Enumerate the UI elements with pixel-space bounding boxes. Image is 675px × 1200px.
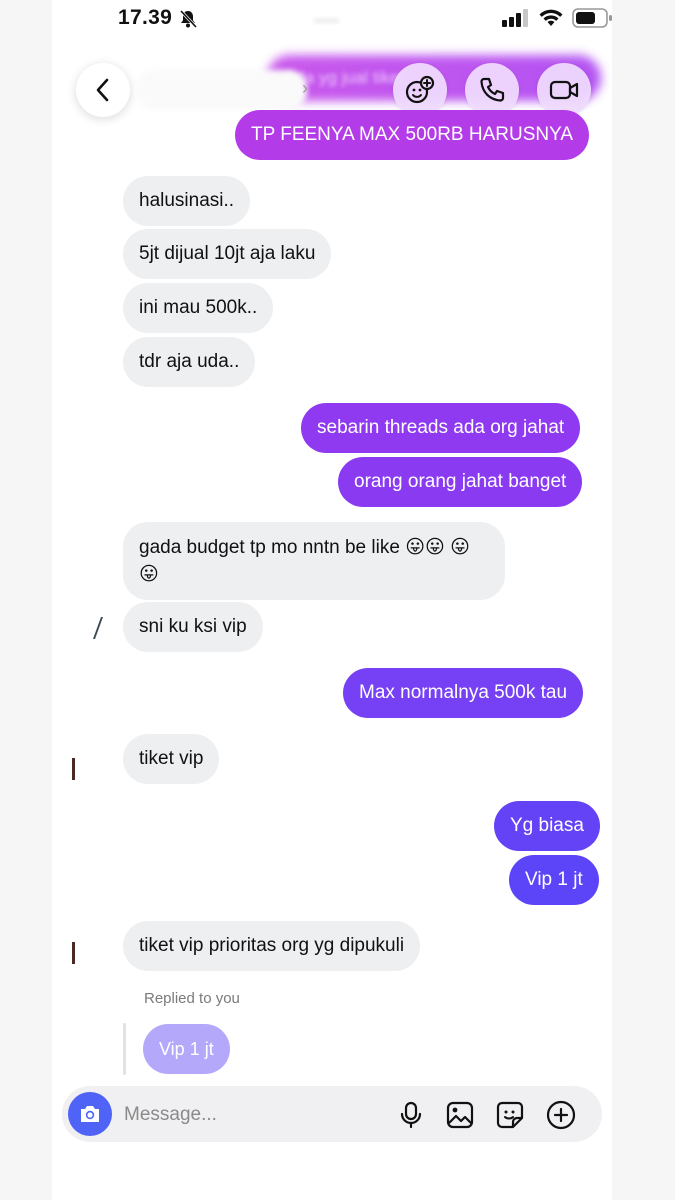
message-input[interactable] (122, 1096, 336, 1134)
back-chevron-icon (96, 78, 109, 102)
message-bubble-received[interactable]: sni ku ksi vip (123, 602, 263, 652)
bell-muted-icon (179, 9, 198, 29)
voice-message-button[interactable] (396, 1100, 426, 1130)
message-bubble-sent[interactable]: Max normalnya 500k tau (343, 668, 584, 718)
battery-icon (572, 8, 612, 28)
effects-icon (405, 75, 435, 104)
signal-icon (502, 9, 528, 27)
sender-avatar (72, 942, 85, 964)
camera-icon (81, 1106, 99, 1122)
quoted-message-bubble[interactable]: Vip 1 jt (143, 1024, 230, 1074)
chevron-right-icon: › (302, 78, 308, 98)
message-bubble-sent[interactable]: orang orang jahat banget (338, 457, 583, 507)
message-bubble-received[interactable]: tdr aja uda.. (123, 337, 256, 387)
message-bubble-received[interactable]: 5jt dijual 10jt aja laku (123, 229, 332, 279)
effects-button[interactable] (393, 63, 447, 117)
message-bubble-sent[interactable]: sebarin threads ada org jahat (301, 403, 581, 453)
message-bubble-sent[interactable]: Vip 1 jt (509, 855, 599, 905)
status-blur-text: ••••• (314, 12, 339, 28)
message-bubble-sent[interactable]: Yg biasa (494, 801, 600, 851)
video-call-button[interactable] (537, 63, 591, 117)
more-options-button[interactable] (546, 1100, 576, 1130)
message-composer (62, 1086, 602, 1142)
video-camera-icon (549, 80, 579, 100)
gallery-button[interactable] (445, 1100, 475, 1130)
message-bubble-sent[interactable]: TP FEENYA MAX 500RB HARUSNYA (235, 110, 590, 160)
chat-screen: 17.39 ••••• Ada yg jual tiket › TP FEENY… (52, 0, 612, 1200)
audio-call-button[interactable] (465, 63, 519, 117)
status-time: 17.39 (118, 6, 173, 29)
reply-quote-bar (123, 1023, 126, 1075)
phone-icon (480, 77, 505, 102)
wifi-icon (539, 9, 563, 26)
message-bubble-received[interactable]: ini mau 500k.. (123, 283, 274, 333)
reply-context-label: Replied to you (144, 990, 240, 1007)
sticker-icon (496, 1101, 524, 1129)
contact-name-redacted[interactable] (137, 70, 307, 110)
message-bubble-received[interactable]: tiket vip (123, 734, 220, 784)
sticker-button[interactable] (495, 1100, 525, 1130)
microphone-icon (400, 1101, 422, 1129)
back-button[interactable] (76, 63, 130, 117)
message-bubble-received[interactable]: halusinasi.. (123, 176, 251, 226)
message-bubble-received[interactable]: gada budget tp mo nntn be like 😛😛 😛😛 (123, 522, 505, 600)
camera-button[interactable] (68, 1092, 112, 1136)
message-bubble-received[interactable]: tiket vip prioritas org yg dipukuli (123, 921, 421, 971)
gallery-icon (446, 1101, 474, 1129)
add-icon (546, 1100, 576, 1130)
sender-avatar (72, 758, 85, 780)
sender-avatar (92, 617, 114, 639)
